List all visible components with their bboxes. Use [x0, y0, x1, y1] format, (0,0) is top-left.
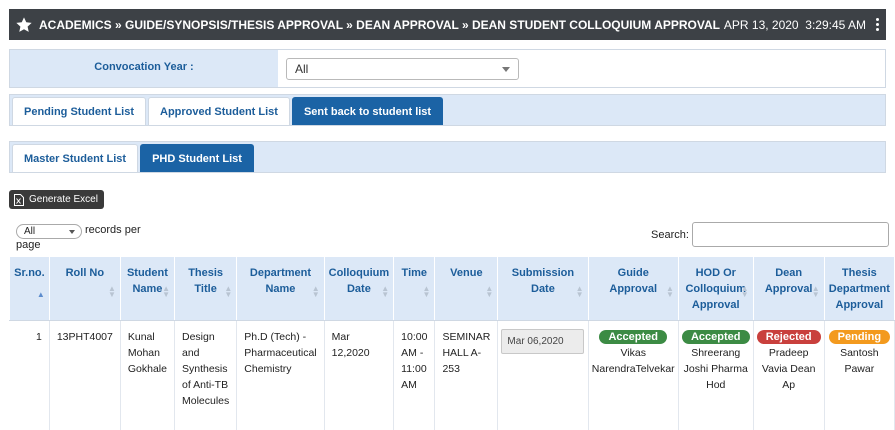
sort-icon: ▲ ▼ [311, 284, 320, 299]
chevron-down-icon [502, 66, 510, 72]
submission-date-field[interactable]: Mar 06,2020 [501, 329, 585, 354]
cell-srno: 1 [9, 320, 50, 430]
search-area: Search: [651, 222, 889, 247]
status-badge-accepted: Accepted [599, 330, 667, 344]
cell-submission-date: Mar 06,2020 [497, 320, 589, 430]
cell-department-name: Ph.D (Tech) - Pharmaceutical Chemistry [236, 320, 325, 430]
sort-icon: ▲ ▼ [162, 284, 170, 299]
excel-file-icon [14, 193, 24, 206]
column-header-thesis-department-approval[interactable]: Thesis Department Approval [823, 256, 895, 321]
sort-ascending-icon: ▲ [36, 290, 45, 299]
tab-pending-student-list[interactable]: Pending Student List [12, 97, 146, 125]
cell-student-name: Kunal Mohan Gokhale [120, 320, 175, 430]
sort-icon: ▲ ▼ [422, 284, 431, 299]
search-label: Search: [651, 228, 689, 241]
header-date: APR 13, 2020 [723, 17, 799, 32]
generate-excel-button[interactable]: Generate Excel [9, 190, 104, 209]
convocation-filter: Convocation Year : All [9, 49, 886, 88]
cell-roll-no: 13PHT4007 [49, 320, 121, 430]
status-badge-rejected: Rejected [756, 330, 821, 344]
thesis-approver: Santosh Pawar [840, 347, 879, 375]
column-header-time[interactable]: Time ▲ ▼ [393, 256, 436, 321]
sort-icon: ▲ ▼ [485, 284, 494, 299]
cell-colloquium-date: Mar 12,2020 [324, 320, 395, 430]
sort-icon: ▲ ▼ [107, 284, 116, 299]
sort-icon: ▲ ▼ [811, 284, 820, 299]
cell-dean-approval: Rejected Pradeep Vavia Dean Ap [753, 320, 825, 430]
hod-approver: Shreerang Joshi Pharma Hod [683, 347, 748, 391]
sort-icon: ▲ ▼ [224, 284, 233, 299]
star-icon [16, 16, 32, 32]
page-header: ACADEMICS » GUIDE/SYNOPSIS/THESIS APPROV… [9, 9, 886, 40]
sort-icon: ▲ ▼ [575, 284, 584, 299]
table-header-row: Sr.no. ▲ Roll No ▲ ▼ Student Name ▲ ▼ Thesis … [9, 256, 895, 321]
column-header-submission-date[interactable]: Submission Date ▲ ▼ [497, 256, 589, 321]
column-header-srno[interactable]: Sr.no. ▲ [9, 256, 50, 321]
chevron-down-icon [69, 230, 75, 234]
generate-excel-label: Generate Excel [29, 194, 98, 205]
guide-approver: Vikas NarendraTelvekar [591, 347, 675, 375]
records-per-page: All records per page [16, 224, 166, 252]
tab-phd-student-list[interactable]: PHD Student List [140, 144, 254, 172]
tab-sent-back-to-student-list[interactable]: Sent back to student list [291, 97, 444, 125]
convocation-year-select[interactable]: All [286, 57, 519, 80]
column-header-dean-approval[interactable]: Dean Approval ▲ ▼ [752, 256, 825, 321]
status-badge-pending: Pending [828, 330, 891, 344]
cell-thesis-department-approval: Pending Santosh Pawar [824, 320, 895, 430]
column-header-hod-approval[interactable]: HOD Or Colloquium Approval ▲ ▼ [677, 256, 754, 321]
student-table: Sr.no. ▲ Roll No ▲ ▼ Student Name ▲ ▼ Thesis … [9, 256, 895, 430]
header-time: 3:29:45 AM [805, 17, 866, 32]
sort-icon: ▲ ▼ [381, 284, 390, 299]
tab-approved-student-list[interactable]: Approved Student List [148, 97, 290, 125]
dean-approver: Pradeep Vavia Dean Ap [761, 347, 816, 391]
cell-thesis-title: Design and Synthesis of Anti-TB Molecule… [174, 320, 238, 430]
table-row: 1 13PHT4007 Kunal Mohan Gokhale Design a… [9, 320, 895, 430]
search-input[interactable] [691, 222, 889, 247]
convocation-year-value: All [295, 61, 309, 76]
sort-icon: ▲ ▼ [665, 284, 674, 299]
column-header-department-name[interactable]: Department Name ▲ ▼ [236, 256, 325, 321]
breadcrumb: ACADEMICS » GUIDE/SYNOPSIS/THESIS APPROV… [39, 17, 720, 32]
records-per-page-select[interactable]: All [16, 224, 82, 239]
column-header-roll-no[interactable]: Roll No ▲ ▼ [48, 256, 121, 321]
cell-guide-approval: Accepted Vikas NarendraTelvekar [588, 320, 679, 430]
tab-master-student-list[interactable]: Master Student List [12, 144, 139, 172]
cell-venue: SEMINAR HALL A-253 [434, 320, 499, 430]
column-header-thesis-title[interactable]: Thesis Title ▲ ▼ [173, 256, 238, 321]
column-header-guide-approval[interactable]: Guide Approval ▲ ▼ [587, 256, 679, 321]
sort-icon: ▲ ▼ [740, 284, 749, 299]
column-header-venue[interactable]: Venue ▲ ▼ [434, 256, 499, 321]
convocation-year-label: Convocation Year : [10, 50, 278, 87]
column-header-student-name[interactable]: Student Name ▲ ▼ [119, 256, 175, 321]
header-datetime: APR 13, 2020 3:29:45 AM [724, 18, 866, 32]
more-menu-icon[interactable] [870, 18, 884, 31]
cell-hod-approval: Accepted Shreerang Joshi Pharma Hod [678, 320, 754, 430]
column-header-colloquium-date[interactable]: Colloquium Date ▲ ▼ [323, 256, 395, 321]
status-tabs: Pending Student List Approved Student Li… [9, 94, 886, 126]
status-badge-accepted: Accepted [681, 330, 750, 344]
cell-time: 10:00 AM - 11:00 AM [393, 320, 436, 430]
program-tabs: Master Student List PHD Student List [9, 141, 886, 173]
